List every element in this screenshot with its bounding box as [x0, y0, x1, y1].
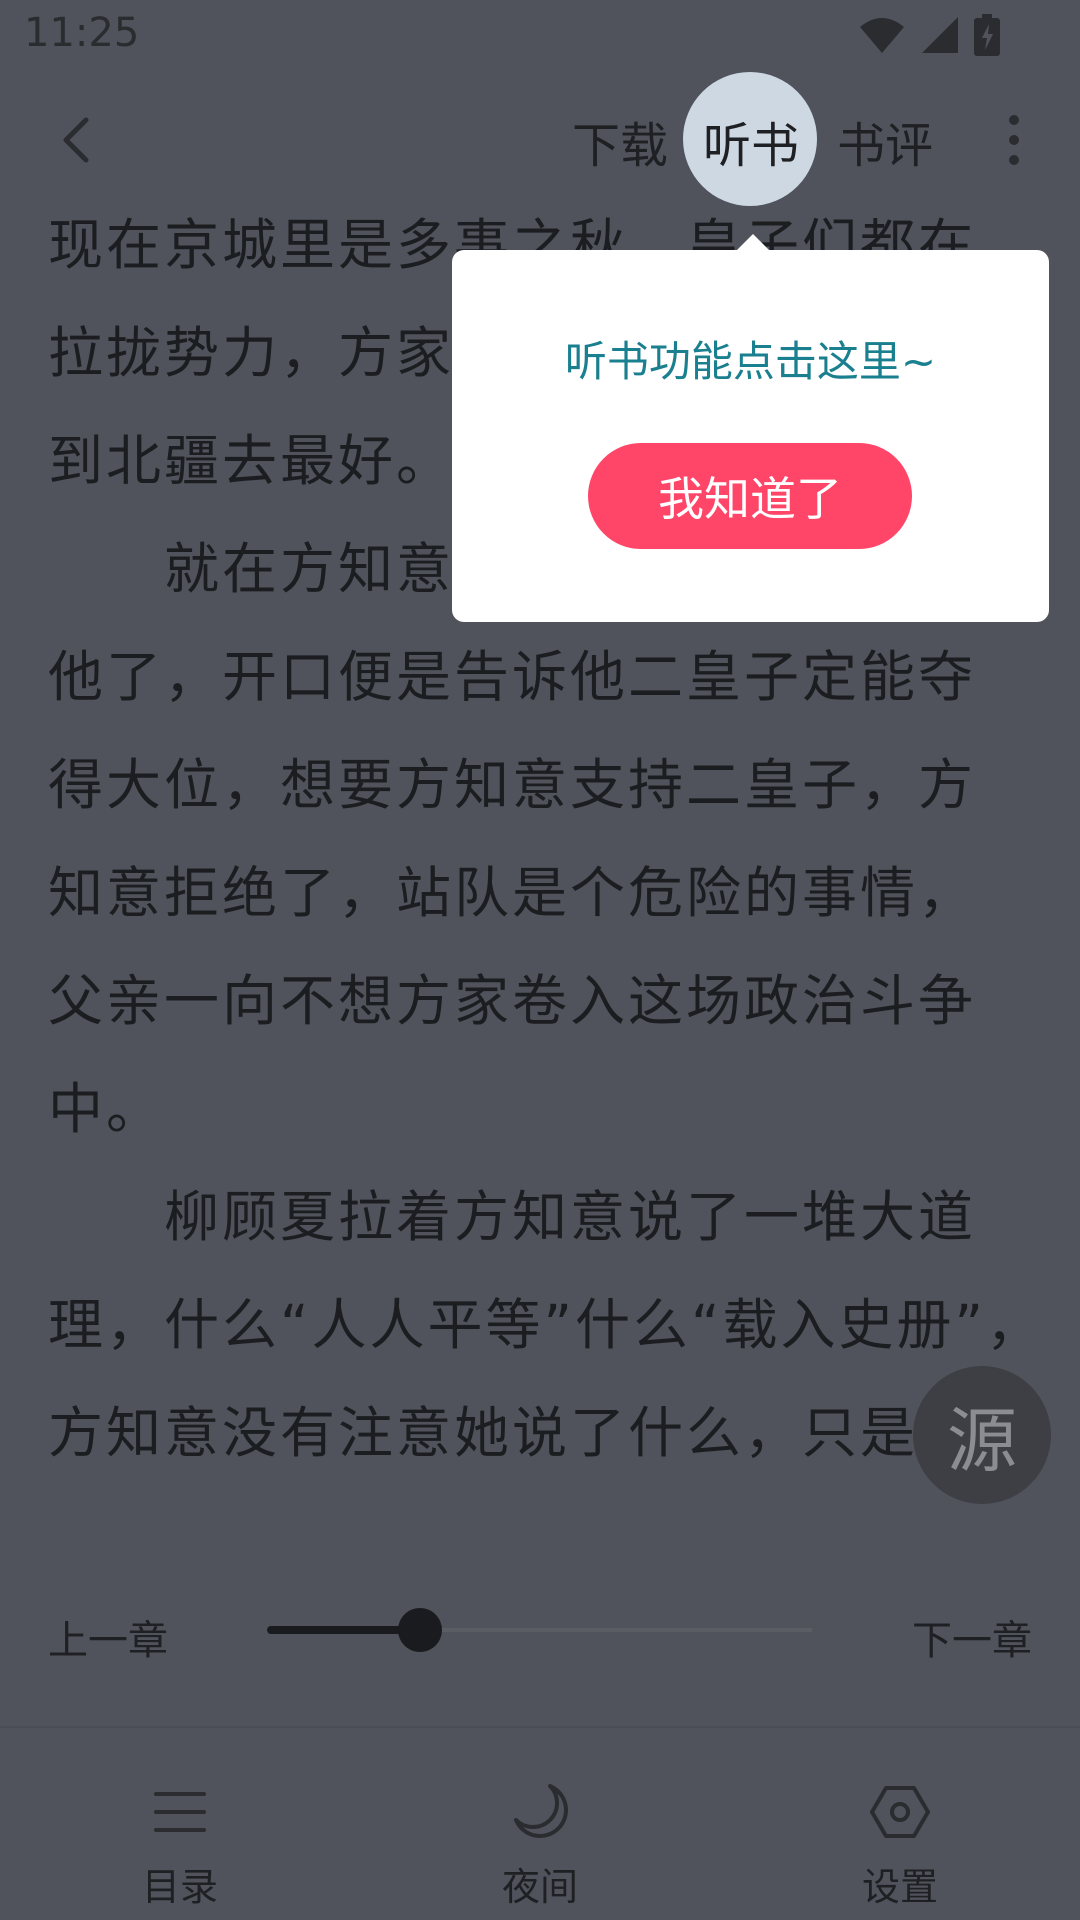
text-line: 中。: [48, 1077, 165, 1141]
settings-icon: [870, 1786, 930, 1838]
prev-chapter-button[interactable]: 上一章: [48, 1608, 168, 1666]
text-line: 父亲一向不想方家卷入这场政治斗争: [48, 969, 977, 1033]
got-it-button[interactable]: 我知道了: [588, 443, 912, 549]
chapter-progress-slider[interactable]: [267, 1608, 812, 1652]
slider-thumb[interactable]: [397, 1608, 442, 1652]
more-icon[interactable]: [1000, 112, 1028, 168]
nav-label-night: 夜间: [501, 1865, 578, 1909]
next-chapter-button[interactable]: 下一章: [912, 1608, 1032, 1666]
moon-icon: [514, 1784, 568, 1838]
status-icons: [858, 14, 1000, 56]
slider-fill: [267, 1626, 420, 1634]
source-button[interactable]: 源: [913, 1366, 1051, 1504]
status-bar: 11:25: [0, 0, 1080, 72]
text-line: 理，什么“人人平等”什么“载入史册”，: [48, 1293, 1018, 1357]
nav-item-catalog[interactable]: 目录: [80, 1728, 280, 1920]
text-line: 方知意没有注意她说了什么，只是: [48, 1401, 919, 1465]
nav-label-catalog: 目录: [141, 1865, 218, 1909]
listen-tip-popup: 听书功能点击这里~ 我知道了: [452, 250, 1049, 622]
signal-icon: [922, 17, 958, 53]
text-line: 他了，开口便是告诉他二皇子定能夺: [48, 645, 977, 709]
back-icon[interactable]: [50, 110, 110, 170]
text-line: 知意拒绝了，站队是个危险的事情，: [48, 861, 977, 925]
popup-message: 听书功能点击这里~: [564, 337, 937, 386]
bottom-nav: 目录 夜间 设置: [0, 1726, 1080, 1920]
text-line: 得大位，想要方知意支持二皇子，方: [48, 753, 977, 817]
text-line: 柳顾夏拉着方知意说了一堆大道: [48, 1185, 977, 1249]
battery-icon: [974, 14, 1000, 56]
status-time: 11:25: [24, 10, 140, 56]
download-button[interactable]: 下载: [572, 106, 668, 176]
review-button[interactable]: 书评: [837, 106, 933, 176]
listen-button[interactable]: 听书: [703, 106, 799, 176]
menu-icon: [154, 1792, 206, 1832]
nav-label-settings: 设置: [861, 1865, 938, 1909]
reader-toolbar: 下载 听书 书评: [0, 72, 1080, 206]
chapter-navigation: 上一章 下一章: [0, 1590, 1080, 1670]
nav-item-night[interactable]: 夜间: [440, 1728, 640, 1920]
nav-item-settings[interactable]: 设置: [800, 1728, 1000, 1920]
wifi-icon: [860, 18, 904, 53]
